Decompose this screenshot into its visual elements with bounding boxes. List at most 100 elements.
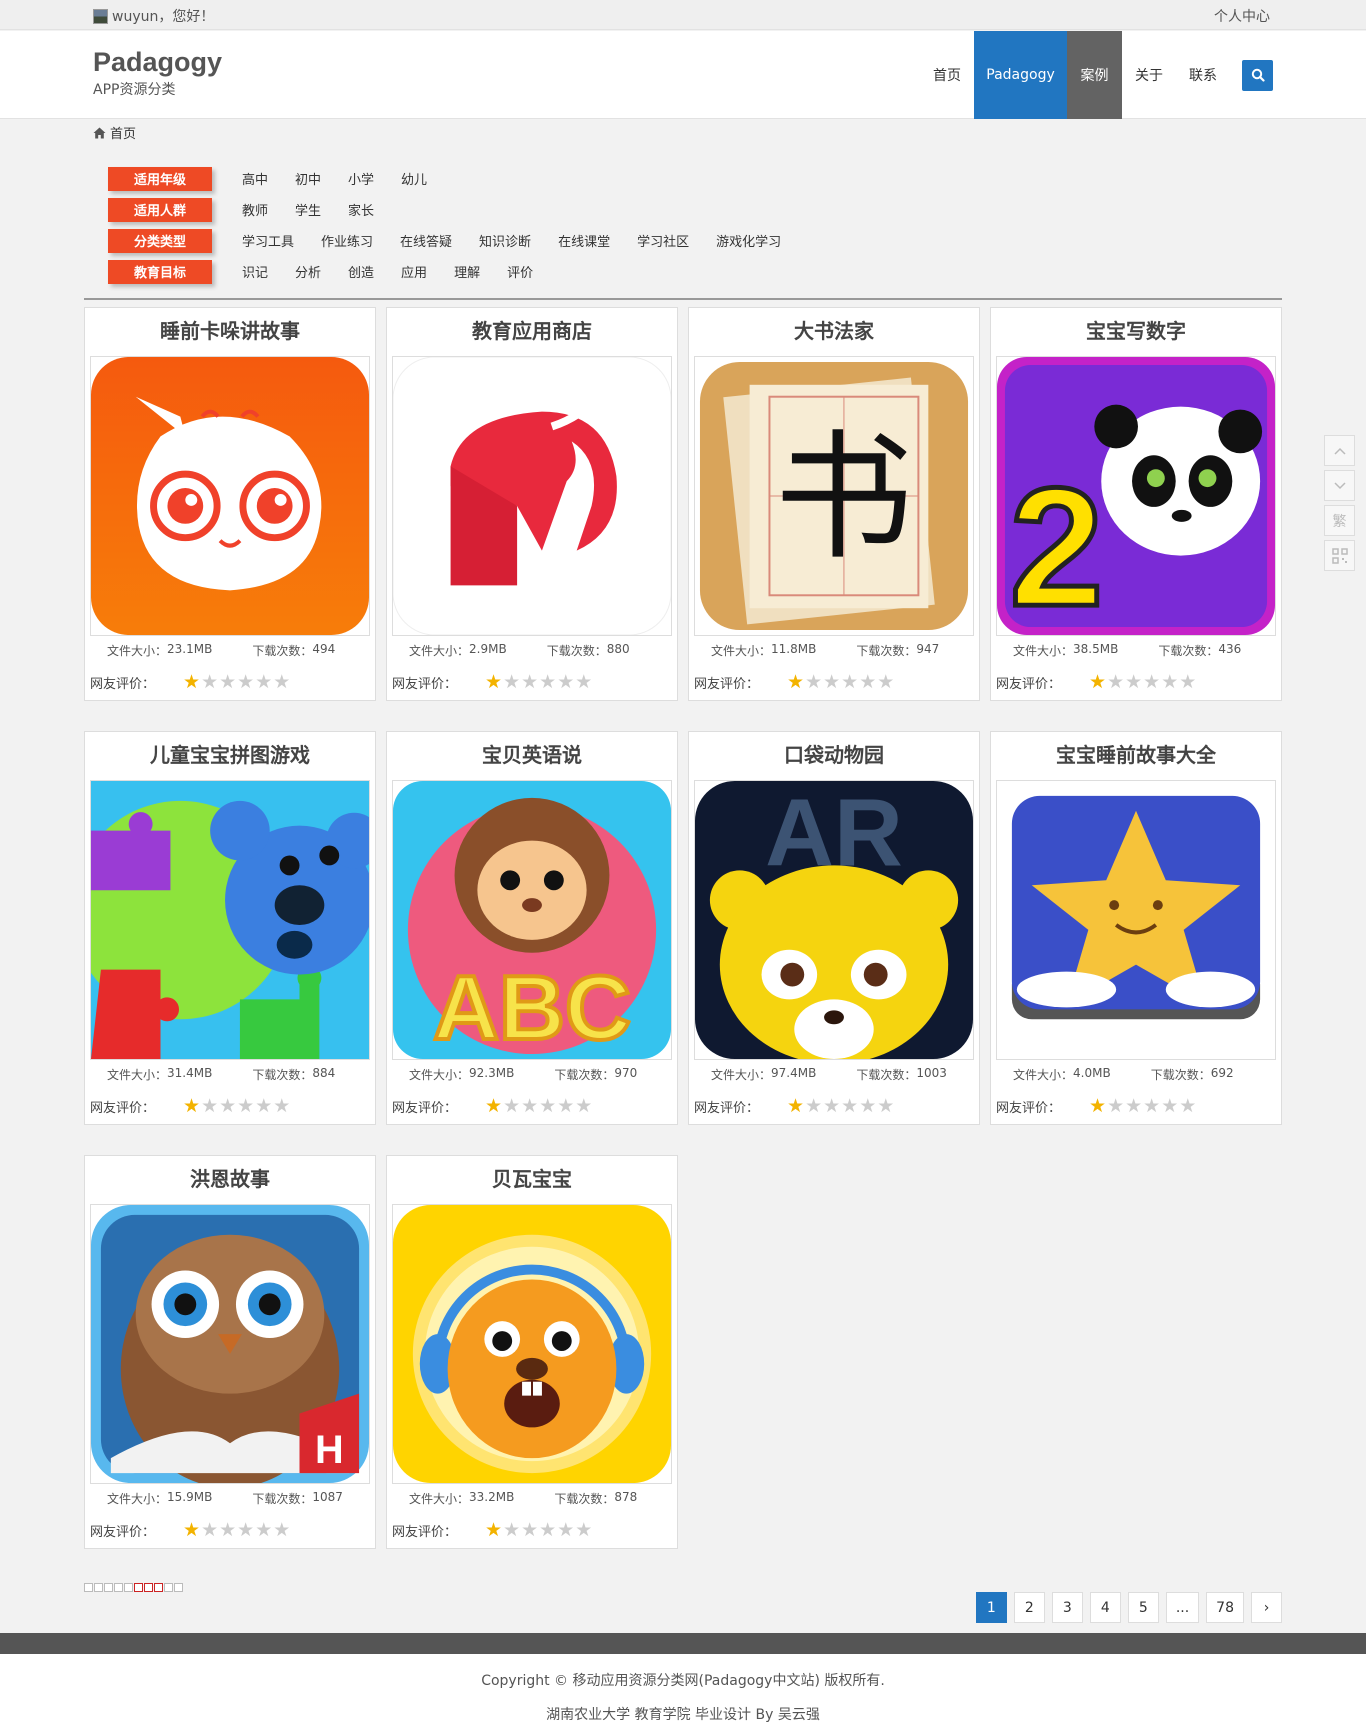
star-icon[interactable]: ★ bbox=[201, 1096, 218, 1116]
filter-option[interactable]: 教师 bbox=[242, 200, 268, 219]
star-icon[interactable]: ★ bbox=[823, 1096, 840, 1116]
star-icon[interactable]: ★ bbox=[521, 1520, 538, 1540]
star-icon[interactable]: ★ bbox=[273, 672, 290, 692]
star-rating[interactable]: ★ ★ ★ ★ ★ ★ bbox=[1089, 672, 1196, 692]
nav-contact[interactable]: 联系 bbox=[1176, 31, 1230, 119]
filter-option[interactable]: 识记 bbox=[242, 262, 268, 281]
page-button[interactable]: 5 bbox=[1127, 1592, 1159, 1623]
star-icon[interactable]: ★ bbox=[859, 1096, 876, 1116]
star-rating[interactable]: ★ ★ ★ ★ ★ ★ bbox=[1089, 1096, 1196, 1116]
filter-option[interactable]: 幼儿 bbox=[401, 169, 427, 188]
star-icon[interactable]: ★ bbox=[841, 672, 858, 692]
star-icon[interactable]: ★ bbox=[787, 1096, 804, 1116]
dot[interactable] bbox=[134, 1583, 143, 1592]
filter-option[interactable]: 学生 bbox=[295, 200, 321, 219]
app-card[interactable]: 宝宝睡前故事大全 文件大小： 4.0MB 下载次数： 692 网友评价： ★ ★ ★ ★ ★… bbox=[990, 731, 1282, 1125]
app-card[interactable]: 大书法家 书 文件大小： 11.8MB 下载次数： 947 网友评价： ★ ★ ★ ★ ★ ★ bbox=[688, 307, 980, 701]
filter-option[interactable]: 在线答疑 bbox=[400, 231, 452, 250]
app-icon[interactable] bbox=[392, 1204, 672, 1484]
filter-option[interactable]: 作业练习 bbox=[321, 231, 373, 250]
page-button[interactable]: 4 bbox=[1089, 1592, 1121, 1623]
search-button[interactable] bbox=[1242, 59, 1273, 91]
app-title[interactable]: 教育应用商店 bbox=[387, 308, 677, 356]
star-rating[interactable]: ★ ★ ★ ★ ★ ★ bbox=[485, 672, 592, 692]
star-icon[interactable]: ★ bbox=[237, 672, 254, 692]
star-icon[interactable]: ★ bbox=[1089, 1096, 1106, 1116]
app-card[interactable]: 洪恩故事 H 文件大小： 15.9MB 下载次数： 1087 网友评价： ★ ★ ★ ★ ★… bbox=[84, 1155, 376, 1549]
dot[interactable] bbox=[94, 1583, 103, 1592]
star-icon[interactable]: ★ bbox=[539, 1096, 556, 1116]
app-card[interactable]: 教育应用商店 文件大小： 2.9MB 下载次数： 880 网友评价： ★ ★ ★ ★ ★ ★ bbox=[386, 307, 678, 701]
next-page-button[interactable]: › bbox=[1251, 1592, 1282, 1623]
app-title[interactable]: 大书法家 bbox=[689, 308, 979, 356]
app-card[interactable]: 宝贝英语说 ABC 文件大小： 92.3MB 下载次数： 970 网友评价： ★ ★ ★… bbox=[386, 731, 678, 1125]
app-icon[interactable]: ABC bbox=[392, 780, 672, 1060]
nav-home[interactable]: 首页 bbox=[920, 31, 974, 119]
scroll-down-button[interactable] bbox=[1324, 470, 1355, 501]
star-icon[interactable]: ★ bbox=[1125, 1096, 1142, 1116]
app-card[interactable]: 儿童宝宝拼图游戏 文件大小： 31.4MB 下载次数： 884 网友评价： ★ ★ ★ ★… bbox=[84, 731, 376, 1125]
brand[interactable]: Padagogy APP资源分类 bbox=[93, 47, 222, 99]
app-icon[interactable] bbox=[90, 780, 370, 1060]
filter-option[interactable]: 游戏化学习 bbox=[716, 231, 781, 250]
app-title[interactable]: 宝贝英语说 bbox=[387, 732, 677, 780]
star-rating[interactable]: ★ ★ ★ ★ ★ ★ bbox=[183, 1096, 290, 1116]
nav-cases[interactable]: 案例 bbox=[1067, 31, 1122, 119]
star-icon[interactable]: ★ bbox=[237, 1520, 254, 1540]
star-icon[interactable]: ★ bbox=[859, 672, 876, 692]
filter-option[interactable]: 学习社区 bbox=[637, 231, 689, 250]
app-card[interactable]: 睡前卡哚讲故事 文件大小： 23.1MB 下载次数： 494 网友评价： ★ ★ ★ ★ ★… bbox=[84, 307, 376, 701]
dot[interactable] bbox=[114, 1583, 123, 1592]
star-icon[interactable]: ★ bbox=[1107, 672, 1124, 692]
app-card[interactable]: 口袋动物园 AR 文件大小： 97.4MB 下载次数： 1003 网友评价： ★ ★ ★… bbox=[688, 731, 980, 1125]
star-icon[interactable]: ★ bbox=[805, 1096, 822, 1116]
app-icon[interactable]: H bbox=[90, 1204, 370, 1484]
filter-option[interactable]: 家长 bbox=[348, 200, 374, 219]
app-title[interactable]: 宝宝睡前故事大全 bbox=[991, 732, 1281, 780]
star-icon[interactable]: ★ bbox=[539, 1520, 556, 1540]
star-icon[interactable]: ★ bbox=[1143, 672, 1160, 692]
star-icon[interactable]: ★ bbox=[255, 1096, 272, 1116]
star-icon[interactable]: ★ bbox=[1107, 1096, 1124, 1116]
star-rating[interactable]: ★ ★ ★ ★ ★ ★ bbox=[183, 672, 290, 692]
dot[interactable] bbox=[144, 1583, 153, 1592]
star-icon[interactable]: ★ bbox=[503, 672, 520, 692]
star-icon[interactable]: ★ bbox=[237, 1096, 254, 1116]
star-icon[interactable]: ★ bbox=[539, 672, 556, 692]
star-icon[interactable]: ★ bbox=[273, 1096, 290, 1116]
star-icon[interactable]: ★ bbox=[575, 1520, 592, 1540]
nav-about[interactable]: 关于 bbox=[1122, 31, 1176, 119]
star-icon[interactable]: ★ bbox=[485, 1520, 502, 1540]
star-icon[interactable]: ★ bbox=[219, 672, 236, 692]
star-icon[interactable]: ★ bbox=[201, 672, 218, 692]
star-icon[interactable]: ★ bbox=[1089, 672, 1106, 692]
nav-padagogy[interactable]: Padagogy bbox=[974, 31, 1067, 119]
dot[interactable] bbox=[84, 1583, 93, 1592]
star-icon[interactable]: ★ bbox=[485, 1096, 502, 1116]
star-icon[interactable]: ★ bbox=[219, 1520, 236, 1540]
app-icon[interactable]: 2 bbox=[996, 356, 1276, 636]
app-title[interactable]: 儿童宝宝拼图游戏 bbox=[85, 732, 375, 780]
user-center-link[interactable]: 个人中心 bbox=[1214, 6, 1270, 26]
star-icon[interactable]: ★ bbox=[273, 1520, 290, 1540]
app-title[interactable]: 宝宝写数字 bbox=[991, 308, 1281, 356]
filter-option[interactable]: 知识诊断 bbox=[479, 231, 531, 250]
app-icon[interactable]: 书 bbox=[694, 356, 974, 636]
star-icon[interactable]: ★ bbox=[219, 1096, 236, 1116]
page-button[interactable]: 1 bbox=[975, 1592, 1007, 1623]
filter-option[interactable]: 理解 bbox=[454, 262, 480, 281]
star-rating[interactable]: ★ ★ ★ ★ ★ ★ bbox=[485, 1096, 592, 1116]
dot[interactable] bbox=[164, 1583, 173, 1592]
filter-option[interactable]: 初中 bbox=[295, 169, 321, 188]
star-icon[interactable]: ★ bbox=[1161, 672, 1178, 692]
star-icon[interactable]: ★ bbox=[557, 672, 574, 692]
filter-option[interactable]: 评价 bbox=[507, 262, 533, 281]
app-icon[interactable] bbox=[392, 356, 672, 636]
star-icon[interactable]: ★ bbox=[503, 1520, 520, 1540]
app-title[interactable]: 睡前卡哚讲故事 bbox=[85, 308, 375, 356]
star-icon[interactable]: ★ bbox=[787, 672, 804, 692]
star-icon[interactable]: ★ bbox=[1179, 1096, 1196, 1116]
star-rating[interactable]: ★ ★ ★ ★ ★ ★ bbox=[183, 1520, 290, 1540]
filter-option[interactable]: 小学 bbox=[348, 169, 374, 188]
filter-option[interactable]: 分析 bbox=[295, 262, 321, 281]
